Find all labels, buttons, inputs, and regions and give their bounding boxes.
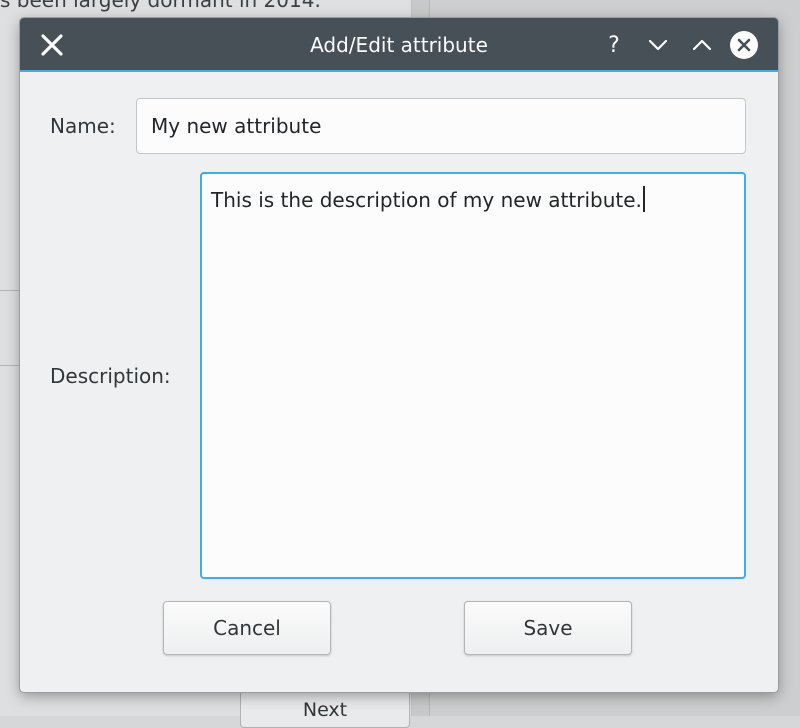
background-divider	[0, 290, 20, 291]
name-label: Name:	[50, 114, 116, 138]
maximize-chevron-up-icon[interactable]	[686, 29, 718, 61]
help-button[interactable]: ?	[598, 29, 630, 61]
description-textarea[interactable]: This is the description of my new attrib…	[200, 172, 746, 579]
name-input[interactable]: My new attribute	[136, 98, 746, 154]
save-button[interactable]: Save	[464, 601, 632, 655]
description-text: This is the description of my new attrib…	[211, 188, 642, 212]
add-edit-attribute-dialog: Add/Edit attribute ? Name: My new attrib…	[20, 18, 778, 692]
cancel-button[interactable]: Cancel	[163, 601, 331, 655]
close-circle-icon[interactable]	[728, 29, 760, 61]
cancel-button-label: Cancel	[213, 616, 281, 640]
background-text: s been largely dormant in 2014.	[0, 0, 321, 12]
background-next-button[interactable]: Next	[240, 688, 410, 728]
dialog-titlebar[interactable]: Add/Edit attribute ?	[20, 18, 778, 72]
minimize-chevron-down-icon[interactable]	[642, 29, 674, 61]
text-caret	[642, 186, 645, 212]
save-button-label: Save	[523, 616, 573, 640]
close-x-icon[interactable]	[36, 29, 68, 61]
background-divider	[0, 365, 20, 366]
description-label: Description:	[50, 364, 171, 388]
